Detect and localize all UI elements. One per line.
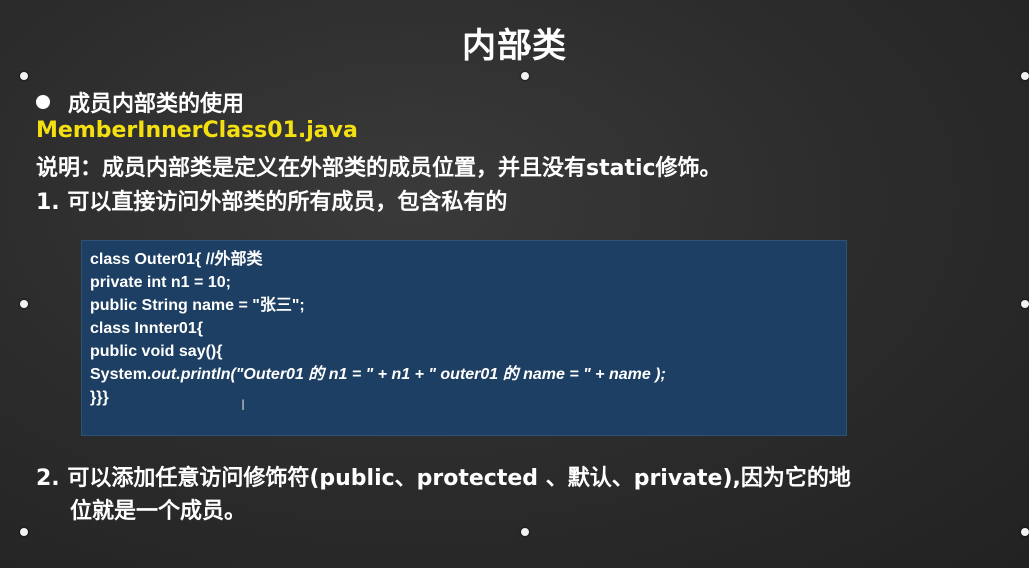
section-heading: 成员内部类的使用 (68, 92, 245, 117)
code-line-italic: out.println("Outer01 的 n1 = " + n1 + " o… (151, 366, 666, 383)
code-line-println: System.out.println("Outer01 的 n1 = " + n… (90, 363, 666, 386)
selection-handle-mid-right[interactable] (1021, 300, 1029, 308)
code-line: class Outer01{ //外部类 (90, 251, 263, 268)
point-1-text[interactable]: 1. 可以直接访问外部类的所有成员，包含私有的 (36, 184, 507, 216)
code-line: class Innter01{ (90, 320, 203, 337)
selection-handle-mid-left[interactable] (20, 300, 28, 308)
code-line: private int n1 = 10; (90, 274, 231, 291)
bullet-dot-icon (36, 95, 50, 109)
code-line: public String name = "张三"; (90, 297, 305, 314)
selection-handle-bottom-center[interactable] (521, 528, 529, 536)
bullet-heading[interactable]: 成员内部类的使用 (36, 86, 244, 118)
explanation-text[interactable]: 说明：成员内部类是定义在外部类的成员位置，并且没有static修饰。 (36, 150, 722, 182)
text-cursor-icon: I (241, 398, 246, 414)
selection-handle-top-center[interactable] (521, 72, 529, 80)
selection-handle-top-right[interactable] (1021, 72, 1029, 80)
point-2-text[interactable]: 2. 可以添加任意访问修饰符(public、protected 、默认、priv… (36, 462, 1016, 528)
selection-handle-top-left[interactable] (20, 72, 28, 80)
code-text[interactable]: class Outer01{ //外部类 private int n1 = 10… (90, 248, 666, 409)
selection-handle-bottom-right[interactable] (1021, 528, 1029, 536)
java-filename[interactable]: MemberInnerClass01.java (36, 118, 358, 143)
code-line: public void say(){ (90, 343, 223, 360)
code-line-prefix: System. (90, 366, 152, 383)
point-2-line-1: 2. 可以添加任意访问修饰符(public、protected 、默认、priv… (36, 466, 851, 491)
selection-handle-bottom-left[interactable] (20, 528, 28, 536)
slide-title[interactable]: 内部类 (0, 18, 1029, 67)
point-2-line-2: 位就是一个成员。 (70, 499, 247, 524)
code-line: }}} (90, 389, 109, 406)
